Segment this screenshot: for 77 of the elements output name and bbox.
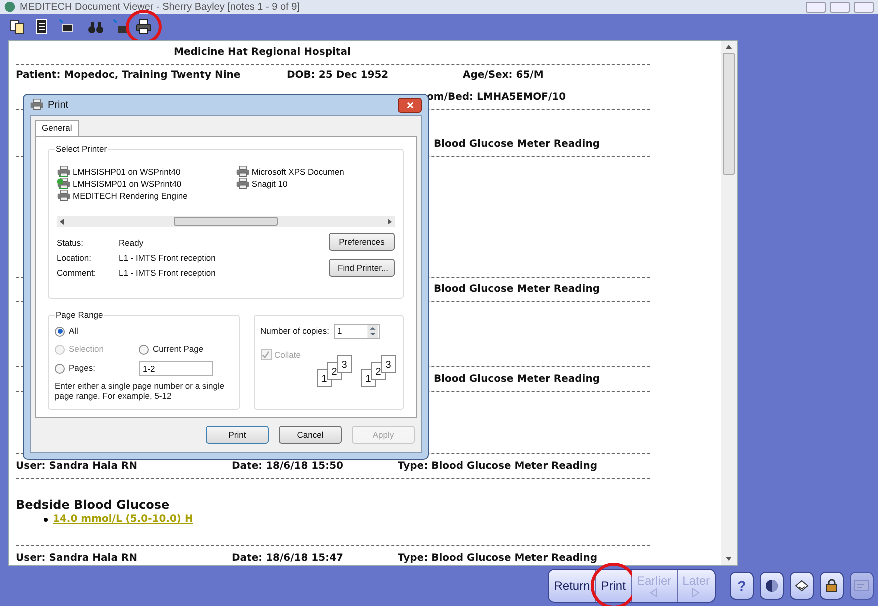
info-value: Ready	[119, 237, 144, 248]
printer-item[interactable]: Snagit 10	[252, 178, 288, 190]
printer-item[interactable]: LMHSISHP01 on WSPrint40	[73, 166, 181, 178]
printer-item[interactable]: Microsoft XPS Documen	[252, 166, 344, 178]
bullet-icon	[44, 518, 48, 522]
radio-button[interactable]	[55, 326, 65, 336]
info-label: Status:	[57, 237, 84, 248]
dialog-button[interactable]: Cancel	[279, 426, 342, 444]
dialog-title: Print	[48, 98, 69, 112]
horizontal-scrollbar[interactable]	[57, 216, 395, 227]
spinner-arrows-icon[interactable]	[366, 325, 379, 338]
radio-label: All	[69, 325, 78, 338]
right-arrow-icon[interactable]	[388, 218, 392, 224]
scroll-thumb[interactable]	[174, 217, 278, 226]
radio-button[interactable]	[55, 364, 65, 374]
toolbar-button[interactable]	[790, 572, 814, 600]
tab[interactable]: General	[35, 120, 80, 136]
right-arrow-icon	[692, 588, 700, 598]
up-arrow-icon[interactable]	[726, 45, 732, 49]
close-icon	[406, 102, 414, 108]
vertical-scrollbar[interactable]	[721, 41, 737, 565]
page-number: 3	[381, 355, 396, 373]
page-number: 3	[337, 355, 352, 373]
note-user: User: Sandra Hala RN	[16, 552, 138, 565]
dialog-button[interactable]: Print	[206, 426, 269, 444]
note-date: Date: 18/6/18 15:50	[232, 460, 344, 473]
group-label: Page Range	[55, 310, 104, 321]
close-button[interactable]	[398, 98, 422, 112]
document-icon[interactable]	[34, 19, 50, 35]
info-label: Comment:	[57, 267, 98, 278]
note-type: Blood Glucose Meter Reading	[434, 283, 602, 296]
binoculars-icon[interactable]	[88, 19, 104, 35]
printer-item[interactable]: LMHSISMP01 on WSPrint40	[73, 178, 182, 190]
note-type: Blood Glucose Meter Reading	[434, 138, 602, 151]
app-icon	[4, 1, 16, 13]
help-button[interactable]: ?	[730, 572, 754, 600]
dialog-button[interactable]: Preferences	[329, 233, 395, 251]
nav-button[interactable]: Return	[549, 570, 596, 602]
note-user: User: Sandra Hala RN	[16, 460, 138, 473]
radio-button[interactable]	[139, 344, 149, 354]
note-date: Date: 18/6/18 15:47	[232, 552, 344, 565]
patient-name: Patient: Mopedoc, Training Twenty Nine	[16, 69, 242, 82]
copies-value: 1	[336, 325, 344, 338]
hint-text: Enter either a single page number or a single page range. For example, 5-12	[55, 381, 226, 401]
down-arrow-icon[interactable]	[726, 557, 732, 561]
copies-label: Number of copies:	[260, 325, 330, 338]
left-arrow-icon[interactable]	[60, 218, 64, 224]
export-icon[interactable]	[112, 19, 128, 35]
scroll-thumb[interactable]	[723, 53, 735, 175]
copies-spinner[interactable]: 1	[334, 324, 380, 339]
age-sex: Age/Sex: 65/M	[463, 69, 544, 82]
date-of-birth: DOB: 25 Dec 1952	[287, 69, 390, 82]
dialog-button[interactable]: Find Printer...	[329, 259, 395, 277]
radio-label: Current Page	[153, 343, 204, 356]
collate-label: Collate	[274, 349, 301, 362]
window-title: MEDITECH Document Viewer - Sherry Bayley [notes 1 - 9 of 9]	[20, 1, 300, 14]
left-arrow-icon	[650, 588, 658, 598]
pages-field[interactable]: 1-2	[139, 361, 213, 376]
copy-icon[interactable]	[10, 19, 26, 35]
result-heading: Bedside Blood Glucose	[16, 498, 171, 513]
card-icon	[854, 580, 870, 592]
note-type: Type: Blood Glucose Meter Reading	[398, 552, 598, 565]
toolbar-button[interactable]	[760, 572, 784, 600]
monitor-icon[interactable]	[58, 19, 74, 35]
radio-label: Pages:	[69, 362, 96, 375]
lock-icon	[826, 579, 838, 593]
info-label: Location:	[57, 252, 92, 263]
nav-button[interactable]: Print	[596, 570, 632, 602]
note-type: Type: Blood Glucose Meter Reading	[398, 460, 598, 473]
info-value: L1 - IMTS Front reception	[119, 252, 216, 263]
toolbar-button[interactable]	[820, 572, 844, 600]
radio-label: Selection	[69, 343, 104, 356]
info-value: L1 - IMTS Front reception	[119, 267, 216, 278]
note-type: Blood Glucose Meter Reading	[434, 373, 602, 386]
group-label: Select Printer	[55, 144, 108, 155]
hospital-name: Medicine Hat Regional Hospital	[174, 46, 352, 59]
printer-item[interactable]: MEDITECH Rendering Engine	[73, 190, 188, 202]
